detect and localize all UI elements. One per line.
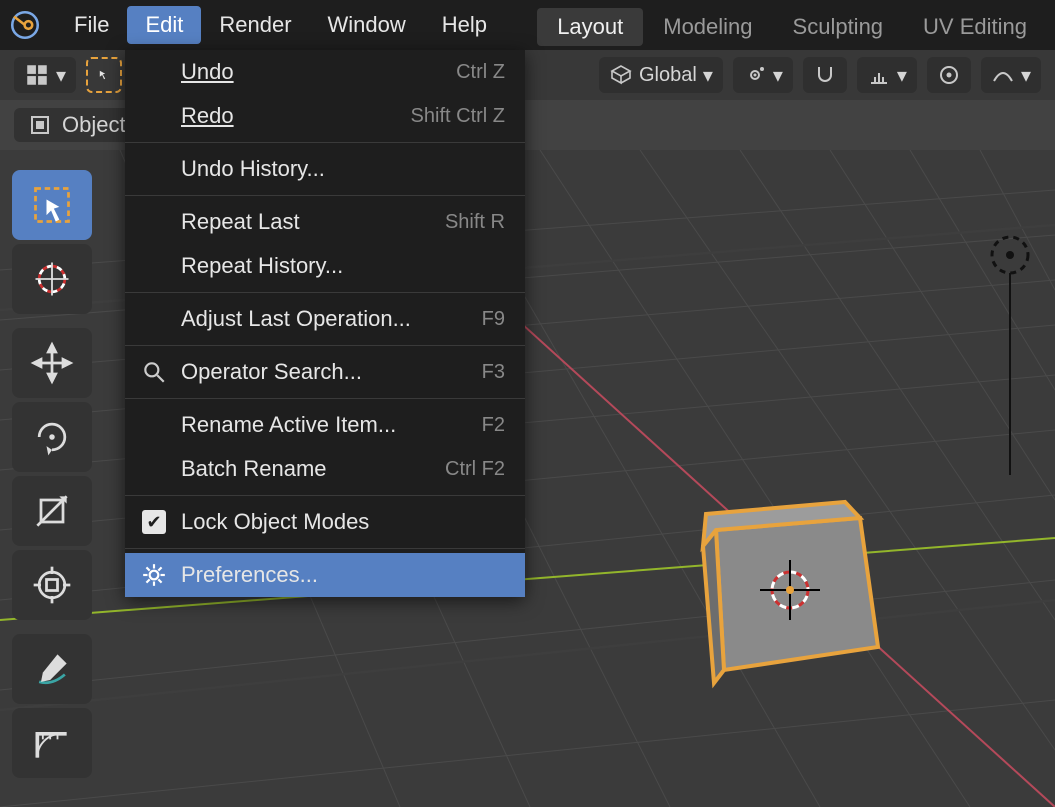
tab-modeling[interactable]: Modeling: [643, 8, 772, 46]
edit-menu-dropdown: Undo Ctrl Z Redo Shift Ctrl Z Undo Histo…: [125, 50, 525, 597]
edit-rename-active-item[interactable]: Rename Active Item... F2: [125, 403, 525, 447]
menu-file[interactable]: File: [56, 6, 127, 44]
tool-transform[interactable]: [12, 550, 92, 620]
tool-annotate[interactable]: [12, 634, 92, 704]
edit-lock-object-modes[interactable]: ✔ Lock Object Modes: [125, 500, 525, 544]
snap-type-dropdown[interactable]: ▾: [857, 57, 917, 93]
edit-undo[interactable]: Undo Ctrl Z: [125, 50, 525, 94]
proportional-edit-toggle[interactable]: [927, 57, 971, 93]
tool-measure[interactable]: [12, 708, 92, 778]
orientation-dropdown[interactable]: Global ▾: [599, 57, 723, 93]
tool-move[interactable]: [12, 328, 92, 398]
workspace-tabs: Layout Modeling Sculpting UV Editing: [537, 8, 1047, 46]
edit-preferences[interactable]: Preferences...: [125, 553, 525, 597]
gear-icon: [139, 560, 169, 590]
editor-type-dropdown[interactable]: ▾: [14, 57, 76, 93]
edit-batch-rename[interactable]: Batch Rename Ctrl F2: [125, 447, 525, 491]
light-gizmo[interactable]: [992, 237, 1028, 475]
pivot-dropdown[interactable]: ▾: [733, 57, 793, 93]
snap-toggle[interactable]: [803, 57, 847, 93]
tab-sculpting[interactable]: Sculpting: [773, 8, 904, 46]
default-cube[interactable]: [703, 502, 878, 683]
tool-select-box[interactable]: [12, 170, 92, 240]
menu-help[interactable]: Help: [424, 6, 505, 44]
edit-redo[interactable]: Redo Shift Ctrl Z: [125, 94, 525, 138]
checkbox-checked-icon: ✔: [139, 507, 169, 537]
tool-strip: [12, 170, 92, 778]
edit-repeat-last[interactable]: Repeat Last Shift R: [125, 200, 525, 244]
orientation-label: Global: [639, 64, 697, 87]
edit-adjust-last-operation[interactable]: Adjust Last Operation... F9: [125, 297, 525, 341]
edit-undo-history[interactable]: Undo History...: [125, 147, 525, 191]
search-icon: [139, 357, 169, 387]
tool-scale[interactable]: [12, 476, 92, 546]
menu-window[interactable]: Window: [310, 6, 424, 44]
tool-rotate[interactable]: [12, 402, 92, 472]
menu-edit[interactable]: Edit: [127, 6, 201, 44]
edit-operator-search[interactable]: Operator Search... F3: [125, 350, 525, 394]
tool-cursor[interactable]: [12, 244, 92, 314]
tab-uv-editing[interactable]: UV Editing: [903, 8, 1047, 46]
menubar: File Edit Render Window Help Layout Mode…: [0, 0, 1055, 50]
menu-render[interactable]: Render: [201, 6, 309, 44]
tab-layout[interactable]: Layout: [537, 8, 643, 46]
edit-repeat-history[interactable]: Repeat History...: [125, 244, 525, 288]
blender-logo-icon[interactable]: [8, 8, 42, 42]
proportional-falloff-dropdown[interactable]: ▾: [981, 57, 1041, 93]
select-box-icon[interactable]: [86, 57, 122, 93]
